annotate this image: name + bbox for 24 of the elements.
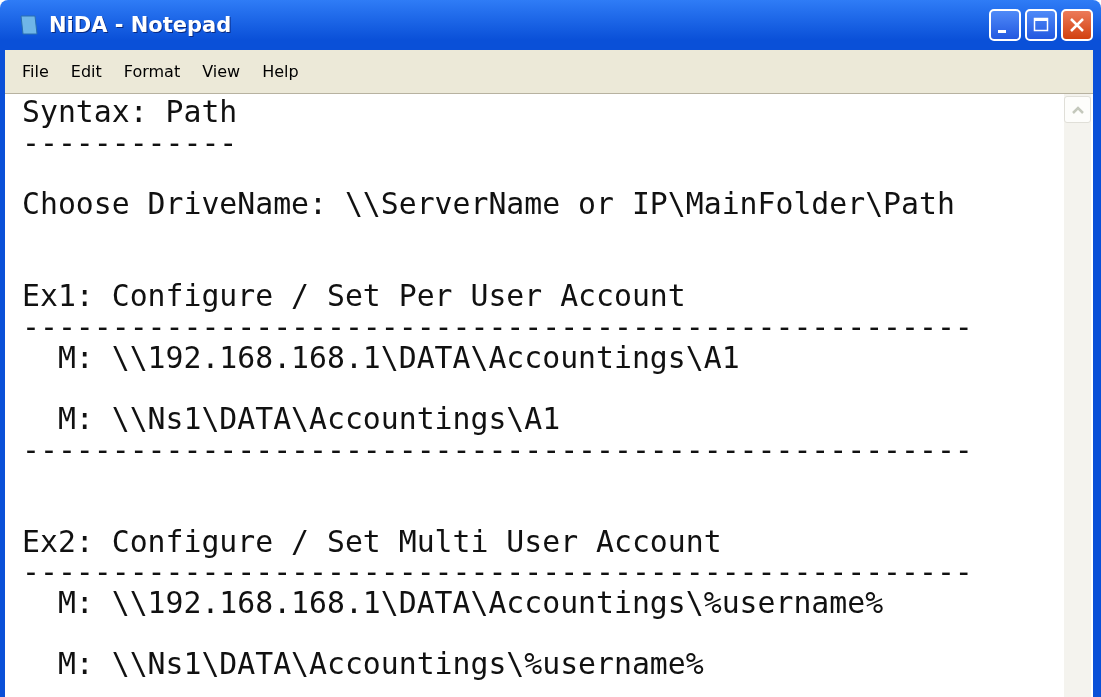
menu-item[interactable]: File xyxy=(22,62,49,81)
text-line: ------------ xyxy=(22,127,239,159)
maximize-button[interactable] xyxy=(1025,9,1057,41)
vertical-scrollbar[interactable] xyxy=(1064,94,1091,697)
text-line: ----------------------------------------------------- xyxy=(22,434,974,466)
text-line: Ex1: Configure / Set Per User Account xyxy=(22,281,687,312)
minimize-icon xyxy=(998,29,1006,33)
close-button[interactable] xyxy=(1061,9,1093,41)
notepad-icon xyxy=(19,14,39,36)
text-line: M: \\192.168.168.1\DATA\Accountings\%username% xyxy=(56,588,885,619)
text-line: Choose DriveName: \\ServerName or IP\MainFolder\Path xyxy=(22,189,956,220)
text-line: ----------------------------------------------------- xyxy=(22,557,974,588)
window-title: NiDA - Notepad xyxy=(49,13,233,37)
menu-item[interactable]: Format xyxy=(123,62,181,81)
text-line: M: \\Ns1\DATA\Accountings\%username% xyxy=(56,649,705,681)
minimize-button[interactable] xyxy=(989,9,1021,41)
text-line: Ex2: Configure / Set Multi User Account xyxy=(22,526,723,558)
text-line: M: \\192.168.168.1\DATA\Accountings\A1 xyxy=(56,342,741,374)
text-line: ----------------------------------------------------- xyxy=(22,311,974,343)
text-line: M: \\Ns1\DATA\Accountings\A1 xyxy=(56,403,562,435)
menu-item[interactable]: Edit xyxy=(70,62,102,81)
text-line: Syntax: Path xyxy=(22,97,239,128)
menu-item[interactable]: View xyxy=(202,62,241,81)
menu-item[interactable]: Help xyxy=(262,62,299,81)
